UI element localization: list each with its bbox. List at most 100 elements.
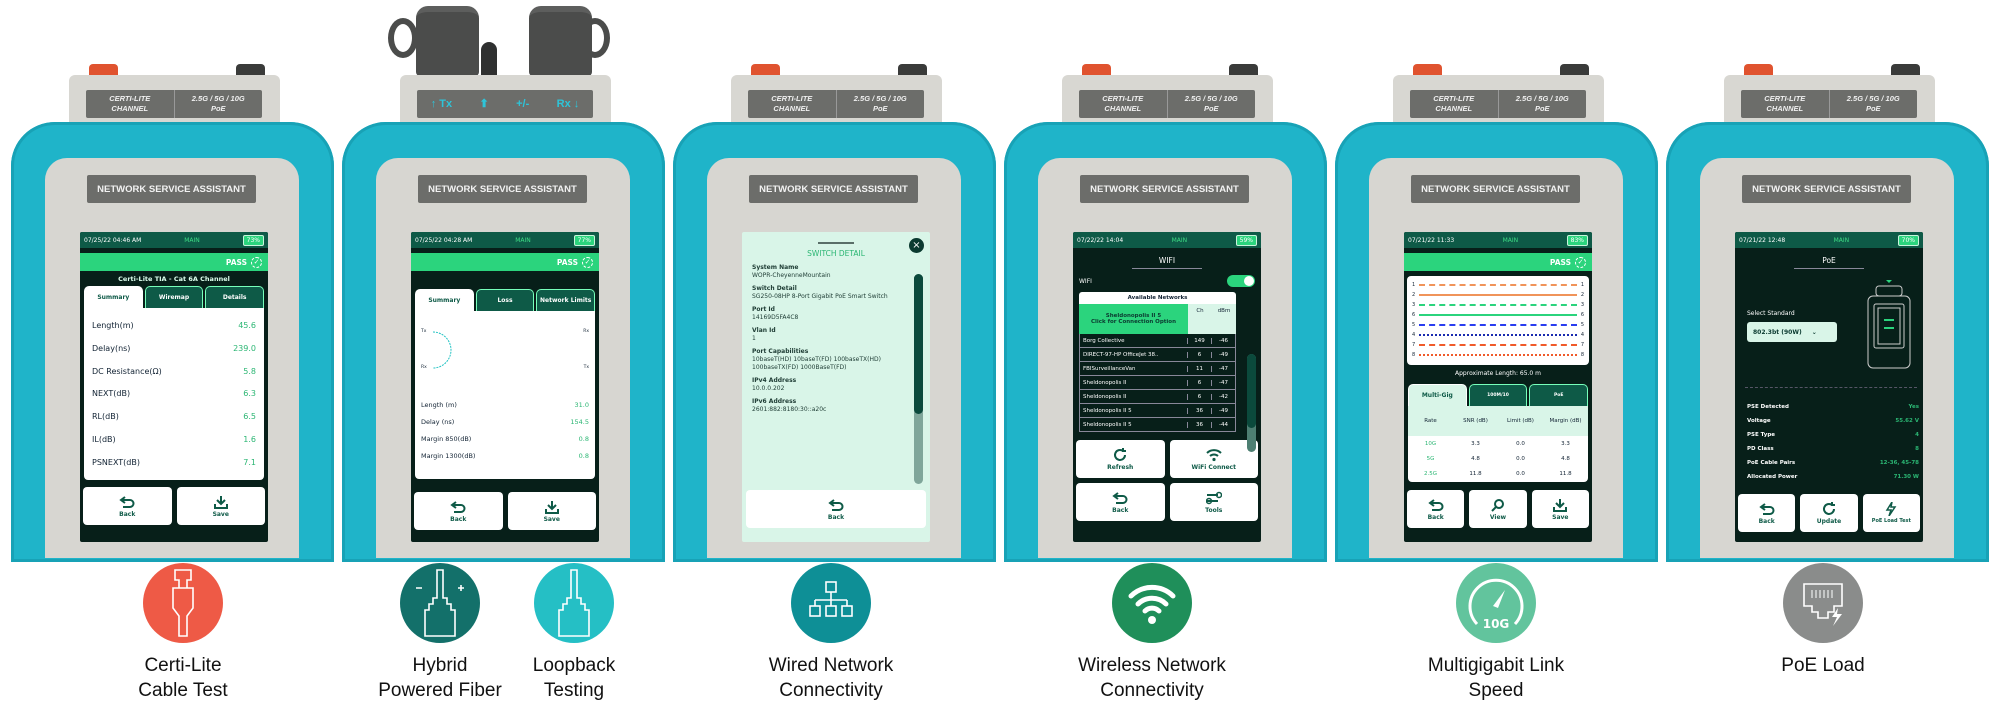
row-label: Delay(ns) (92, 343, 131, 353)
battery-indicator: 77% (573, 234, 595, 246)
wifi-toggle[interactable] (1227, 275, 1255, 287)
screen-title: WIFI (1132, 256, 1202, 269)
back-button[interactable]: Back (746, 490, 926, 528)
save-button[interactable]: Save (1531, 490, 1589, 528)
fiber-dust-cap (416, 6, 479, 76)
pass-banner: PASS ✓ (80, 253, 268, 271)
back-icon (119, 495, 135, 509)
row-label: Margin 850(dB) (421, 435, 472, 443)
network-row[interactable]: Sheldonopolis II 6 -42 (1079, 390, 1236, 404)
port-label-text: 2.5G / 5G / 10G (191, 94, 245, 103)
port-label-text: CERTI-LITE (1102, 94, 1144, 103)
field: Port Id 14169D5FA4C8 (752, 306, 908, 322)
brand-label: NETWORK SERVICE ASSISTANT (749, 175, 918, 203)
feature-label: Cable Test (138, 680, 228, 701)
approximate-length: Approximate Length: 65.0 m (1455, 370, 1541, 377)
brand-label: NETWORK SERVICE ASSISTANT (418, 175, 587, 203)
tab-100m-10[interactable]: 100M/10 (1468, 384, 1528, 406)
save-button[interactable]: Save (507, 492, 596, 530)
port-label-text: CHANNEL (111, 104, 149, 113)
network-row[interactable]: DIRECT-97-HP OfficeJet 38.. 6 -49 (1079, 348, 1236, 362)
row-value: 239.0 (233, 343, 256, 353)
tab-multi-gig[interactable]: Multi-Gig (1408, 384, 1467, 406)
back-icon (828, 498, 844, 512)
select-standard-label: Select Standard (1747, 310, 1795, 317)
row-value: 6.5 (243, 412, 256, 422)
row-label: PSE Detected (1747, 404, 1789, 410)
port-plate: CERTI-LITE CHANNEL 2.5G / 5G / 10G PoE (731, 75, 942, 125)
row-value: 71.30 W (1893, 474, 1919, 480)
loopback-arc (432, 331, 452, 369)
scrollbar[interactable] (1247, 354, 1256, 452)
standard-select[interactable]: 802.3bt (90W) ⌄ (1747, 322, 1837, 342)
view-button[interactable]: View (1469, 490, 1527, 528)
save-button[interactable]: Save (176, 487, 265, 525)
summary-panel: Length(m) 45.6 Delay(ns) 239.0 DC Resistan… (84, 308, 264, 480)
feature-label: Certi-Lite (144, 655, 222, 676)
refresh-button[interactable]: Refresh (1076, 440, 1165, 478)
port-label-text: CHANNEL (773, 104, 811, 113)
tab-network-limits[interactable]: Network Limits (536, 289, 596, 311)
chevron-down-icon: ⌄ (1811, 328, 1817, 336)
row-value: 4 (1915, 432, 1919, 438)
row-value: 1.6 (243, 435, 256, 445)
scrollbar-thumb[interactable] (914, 274, 923, 414)
result-row: IL(dB) 1.6 (92, 435, 256, 444)
back-button[interactable]: Back (1738, 494, 1796, 532)
tab-poe[interactable]: PoE (1529, 384, 1589, 406)
column-header: SNR (dB) (1463, 418, 1488, 424)
back-button[interactable]: Back (1407, 490, 1465, 528)
network-channel: 6 (1187, 393, 1211, 400)
check-icon: ✓ (582, 256, 593, 268)
network-row[interactable]: Sheldonopolis II 5 36 -49 (1079, 404, 1236, 418)
port-plate: CERTI-LITE CHANNEL 2.5G / 5G / 10G PoE (1393, 75, 1604, 125)
network-name: FBISurveillanceVan (1083, 365, 1136, 372)
drag-handle[interactable] (818, 242, 854, 244)
tab-loss[interactable]: Loss (475, 289, 535, 311)
table-header: Rate SNR (dB) Limit (dB) Margin (dB) (1408, 406, 1588, 436)
pin-label: 6 (1580, 312, 1584, 318)
poe-row: PSE Detected Yes (1747, 404, 1919, 410)
network-row[interactable]: Sheldonopolis II 6 -47 (1079, 376, 1236, 390)
selected-network[interactable]: Sheldonopolis II 5 Click for Connection O… (1079, 304, 1236, 334)
feature-label: Testing (543, 680, 605, 701)
close-icon[interactable]: × (909, 238, 924, 253)
tools-button[interactable]: Tools (1169, 483, 1258, 521)
result-text: PASS (225, 257, 247, 267)
poe-load-test-button[interactable]: PoE Load Test (1862, 494, 1920, 532)
row-label: Allocated Power (1747, 474, 1798, 480)
status-bar: 07/25/22 04:46 AM MAIN 73% (80, 232, 268, 248)
tab-wiremap[interactable]: Wiremap (144, 286, 204, 308)
back-button[interactable]: Back (414, 492, 503, 530)
port-label-text: PoE (1534, 104, 1550, 113)
row-value: 154.5 (570, 418, 589, 426)
port-label-text: PoE (1203, 104, 1219, 113)
back-button[interactable]: Back (1076, 483, 1165, 521)
network-row[interactable]: Borg Collective 149 -46 (1079, 334, 1236, 348)
result-row: Delay(ns) 239.0 (92, 344, 256, 353)
diagram-label: Rx (421, 365, 427, 370)
pin-label: 5 (1412, 322, 1416, 328)
scrollbar[interactable] (914, 274, 923, 484)
pin-label: 3 (1412, 302, 1416, 308)
tab-summary[interactable]: Summary (84, 286, 143, 308)
screen: 07/25/22 04:28 AM MAIN 77% PASS ✓ Summary Lo… (411, 232, 599, 542)
result-row: Margin 1300(dB) 0.8 (421, 452, 589, 460)
back-button[interactable]: Back (83, 487, 172, 525)
wifi-connect-button[interactable]: WiFi Connect (1169, 440, 1258, 478)
network-channel: 149 (1187, 337, 1211, 344)
brand-label: NETWORK SERVICE ASSISTANT (1742, 175, 1911, 203)
field-value: 14169D5FA4C8 (752, 314, 799, 321)
network-row[interactable]: Sheldonopolis II 5 36 -44 (1079, 418, 1236, 432)
update-button[interactable]: Update (1800, 494, 1858, 532)
feature-label: Connectivity (779, 680, 883, 701)
tab-details[interactable]: Details (205, 286, 265, 308)
network-dbm: -47 (1211, 365, 1235, 372)
network-row[interactable]: FBISurveillanceVan 11 -47 (1079, 362, 1236, 376)
battery-indicator: 83% (1566, 234, 1588, 246)
tab-summary[interactable]: Summary (415, 289, 474, 311)
network-name: Sheldonopolis II (1083, 379, 1127, 386)
button-label: View (1489, 513, 1507, 521)
status-bar: 07/21/22 12:48 MAIN 70% (1735, 232, 1923, 248)
row-label: Voltage (1747, 418, 1771, 424)
